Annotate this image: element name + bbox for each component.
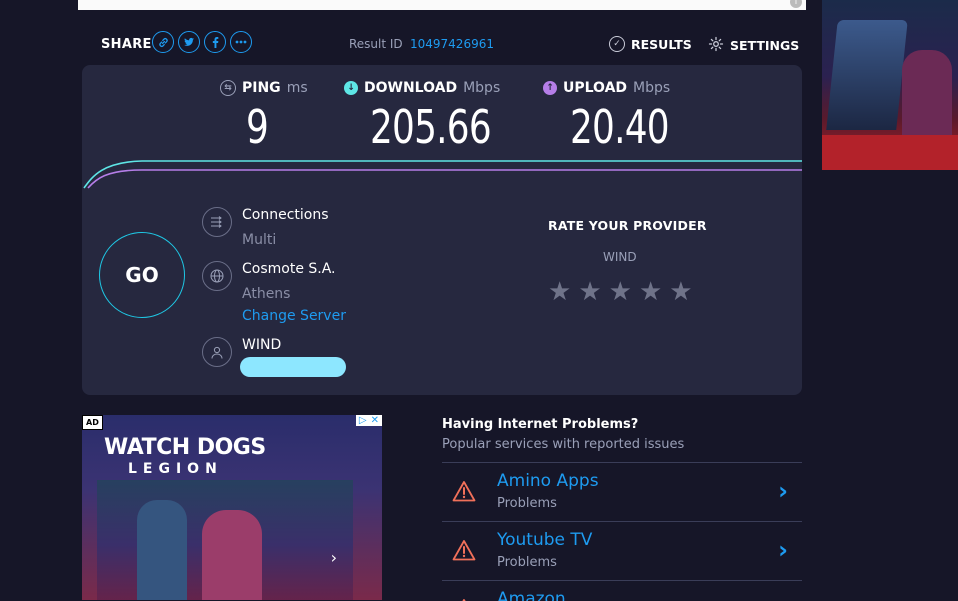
ad-subtitle: LEGION — [128, 461, 223, 477]
problems-title: Having Internet Problems? — [442, 417, 639, 432]
download-label: DOWNLOAD — [364, 80, 458, 96]
share-icons — [152, 31, 252, 53]
server-city: Athens — [242, 286, 291, 302]
ad-art-city — [826, 20, 908, 130]
speedtest-panel: ⇆ PING ms 9 ↓ DOWNLOAD Mbps 205.66 ↑ UPL… — [82, 65, 802, 395]
gear-icon — [708, 36, 724, 55]
star-icon[interactable]: ★ — [578, 279, 601, 305]
download-metric: ↓ DOWNLOAD Mbps 205.66 — [344, 80, 525, 154]
problem-service-name[interactable]: Amino Apps — [497, 471, 599, 491]
ad-art-character — [202, 510, 262, 600]
ad-choices-icon[interactable]: ▷ — [359, 415, 367, 426]
share-label: SHARE — [101, 37, 152, 52]
problem-status: Problems — [497, 555, 557, 570]
ping-icon: ⇆ — [220, 80, 236, 96]
problem-item[interactable]: Amino Apps Problems › — [442, 462, 802, 521]
ad-artwork: › — [97, 480, 353, 600]
game-ad-banner[interactable]: AD ▷ ✕ WATCH DOGS LEGION › — [82, 415, 382, 600]
chevron-right-icon[interactable]: › — [331, 548, 337, 567]
rate-provider-title: RATE YOUR PROVIDER — [548, 218, 707, 233]
result-id-label: Result ID — [349, 37, 403, 51]
twitter-icon[interactable] — [178, 31, 200, 53]
star-icon[interactable]: ★ — [609, 279, 632, 305]
upload-value: 20.40 — [570, 100, 670, 154]
server-name: Cosmote S.A. — [242, 261, 336, 277]
rating-stars: ★ ★ ★ ★ ★ — [548, 279, 693, 305]
ping-metric: ⇆ PING ms 9 — [220, 80, 308, 154]
user-icon — [202, 337, 232, 367]
chevron-right-icon[interactable]: › — [778, 477, 788, 505]
problem-item[interactable]: Amazon — [442, 580, 802, 601]
ad-art-ground — [822, 135, 958, 170]
top-ad-strip: i — [78, 0, 806, 10]
download-value: 205.66 — [370, 100, 492, 154]
problem-service-name[interactable]: Youtube TV — [497, 530, 592, 550]
provider-name: WIND — [242, 337, 282, 353]
settings-label: SETTINGS — [730, 38, 800, 53]
upload-metric: ↑ UPLOAD Mbps 20.40 — [543, 80, 697, 154]
link-icon[interactable] — [152, 31, 174, 53]
connections-value[interactable]: Multi — [242, 232, 276, 248]
connections-label: Connections — [242, 207, 329, 223]
star-icon[interactable]: ★ — [669, 279, 692, 305]
problem-item[interactable]: Youtube TV Problems › — [442, 521, 802, 580]
chevron-right-icon[interactable]: › — [778, 536, 788, 564]
facebook-icon[interactable] — [204, 31, 226, 53]
right-ad-banner[interactable] — [822, 0, 958, 170]
download-arrow-icon: ↓ — [344, 81, 358, 95]
results-label: RESULTS — [631, 36, 692, 52]
ad-choices[interactable]: ▷ ✕ — [355, 415, 382, 426]
ping-value: 9 — [246, 100, 269, 154]
problems-subtitle: Popular services with reported issues — [442, 437, 685, 452]
problem-status: Problems — [497, 496, 557, 511]
redaction-mark — [240, 357, 346, 377]
download-unit: Mbps — [463, 80, 501, 96]
ad-title: WATCH DOGS — [104, 435, 266, 460]
go-button[interactable]: GO — [99, 232, 185, 318]
settings-button[interactable]: SETTINGS — [708, 36, 799, 55]
globe-icon — [202, 261, 232, 291]
change-server-link[interactable]: Change Server — [242, 308, 346, 324]
more-icon[interactable] — [230, 31, 252, 53]
close-icon[interactable]: ✕ — [371, 415, 379, 426]
problem-service-name[interactable]: Amazon — [497, 589, 566, 601]
ping-label: PING — [242, 80, 281, 96]
ad-art-tower — [137, 500, 187, 600]
ad-badge: AD — [82, 415, 103, 430]
result-id-link[interactable]: 10497426961 — [410, 37, 494, 51]
warning-icon — [452, 481, 476, 502]
upload-unit: Mbps — [633, 80, 671, 96]
ad-art-figure — [902, 50, 952, 140]
star-icon[interactable]: ★ — [548, 279, 571, 305]
ping-unit: ms — [286, 80, 308, 96]
star-icon[interactable]: ★ — [639, 279, 662, 305]
upload-arrow-icon: ↑ — [543, 81, 557, 95]
ad-info-icon[interactable]: i — [790, 0, 802, 8]
checkmark-circle-icon: ✓ — [609, 36, 625, 52]
results-button[interactable]: ✓ RESULTS — [609, 36, 692, 52]
speed-graph — [83, 160, 802, 189]
warning-icon — [452, 540, 476, 561]
upload-label: UPLOAD — [563, 80, 628, 96]
connections-icon — [202, 207, 232, 237]
rate-provider-name: WIND — [603, 250, 637, 264]
